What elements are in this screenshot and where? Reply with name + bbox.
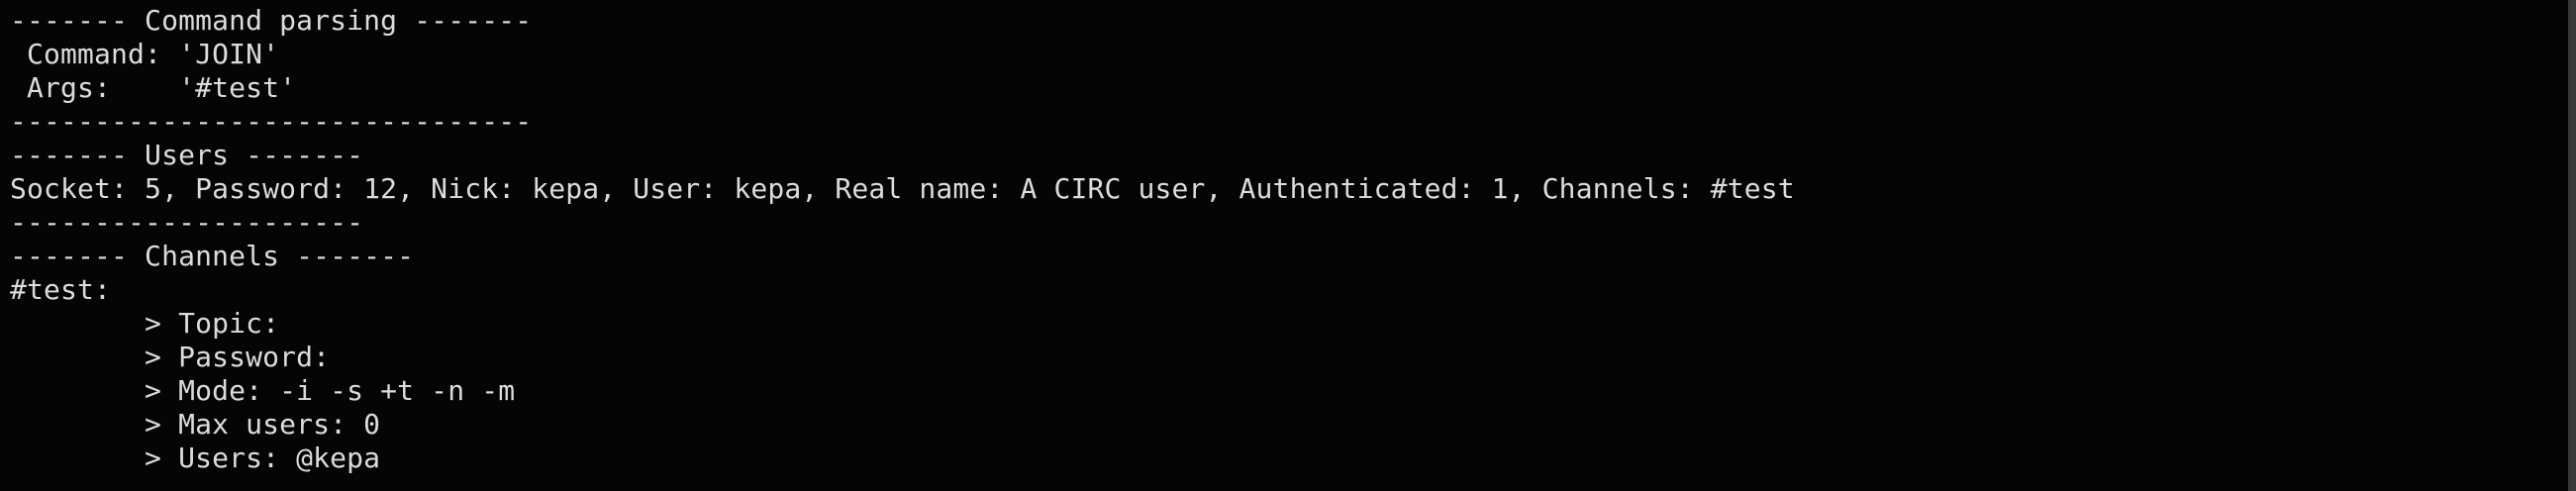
scrollbar[interactable] [2568,0,2572,491]
channel-max-users: > Max users: 0 [10,408,381,441]
channel-users: > Users: @kepa [10,442,381,474]
command-parsing-divider: ------------------------------- [10,105,533,138]
channel-topic: > Topic: [10,307,280,340]
channel-name: #test: [10,273,112,306]
users-divider: --------------------- [10,206,364,239]
terminal-window[interactable]: ------- Command parsing ------- Command:… [0,0,2576,491]
command-parsing-header: ------- Command parsing ------- [10,4,533,37]
channels-header: ------- Channels ------- [10,240,415,272]
channel-mode: > Mode: -i -s +t -n -m [10,374,516,407]
command-line: Command: 'JOIN' [10,38,280,70]
channel-password: > Password: [10,341,331,373]
users-header: ------- Users ------- [10,139,364,171]
args-line: Args: '#test' [10,71,297,104]
user-info-line: Socket: 5, Password: 12, Nick: kepa, Use… [10,172,1795,205]
